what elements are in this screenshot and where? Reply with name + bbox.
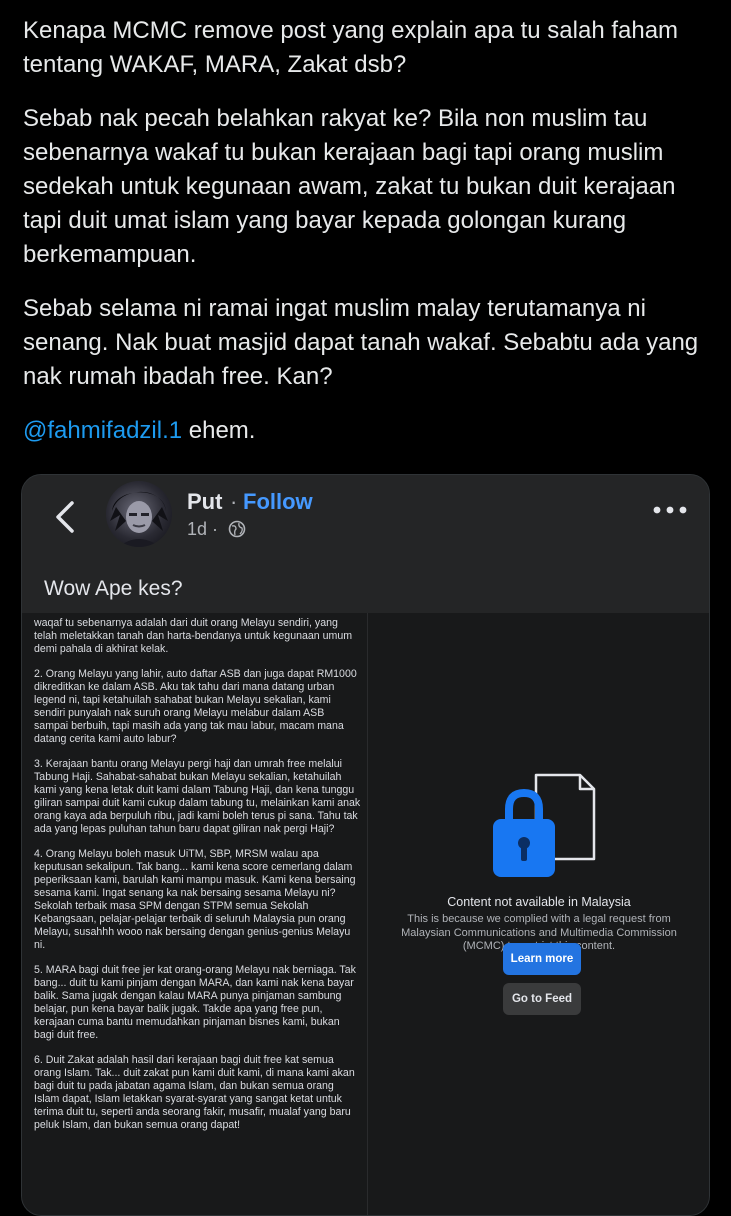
tweet-body: Kenapa MCMC remove post yang explain apa… [23, 14, 713, 468]
post-caption: Wow Ape kes? [44, 577, 183, 600]
separator: · [230, 489, 238, 514]
fb-post-header: Put · Follow 1d · Wow Ape kes? [22, 475, 709, 600]
globe-icon [228, 520, 246, 538]
lock-document-icon [493, 773, 596, 877]
content-unavailable-panel: Content not available in Malaysia This i… [367, 613, 709, 1215]
avatar[interactable] [106, 481, 172, 547]
follow-button[interactable]: Follow [243, 489, 313, 515]
learn-more-button[interactable]: Learn more [503, 943, 581, 975]
post-time: 1d · [187, 519, 219, 539]
shared-paragraph: 3. Kerajaan bantu orang Melayu pergi haj… [34, 758, 361, 835]
shared-paragraph: 6. Duit Zakat adalah hasil dari kerajaan… [34, 1054, 355, 1131]
mention-link[interactable]: @fahmifadzil.1 [23, 417, 182, 444]
author-name[interactable]: Put [187, 489, 222, 515]
tweet-paragraph: Sebab nak pecah belahkan rakyat ke? Bila… [23, 105, 676, 268]
tweet-paragraph: Sebab selama ni ramai ingat muslim malay… [23, 295, 699, 390]
attached-screenshot[interactable]: Put · Follow 1d · Wow Ape kes? waqaf tu … [21, 474, 710, 1216]
go-to-feed-button[interactable]: Go to Feed [503, 983, 581, 1015]
shared-paragraph: 2. Orang Melayu yang lahir, auto daftar … [34, 668, 357, 745]
shared-paragraph: 5. MARA bagi duit free jer kat orang-ora… [34, 964, 356, 1041]
tweet-paragraph: Kenapa MCMC remove post yang explain apa… [23, 17, 679, 78]
tweet-mention-line: @fahmifadzil.1 ehem. [23, 414, 713, 448]
shared-paragraph: 4. Orang Melayu boleh masuk UiTM, SBP, M… [34, 848, 356, 951]
shared-paragraph: waqaf tu sebenarnya adalah dari duit ora… [34, 617, 353, 655]
notice-title: Content not available in Malaysia [447, 895, 631, 909]
more-horizontal-icon[interactable] [652, 505, 688, 515]
chevron-left-icon[interactable] [48, 497, 88, 537]
shared-text-screenshot: waqaf tu sebenarnya adalah dari duit ora… [22, 613, 367, 1215]
mention-suffix: ehem. [182, 417, 256, 444]
